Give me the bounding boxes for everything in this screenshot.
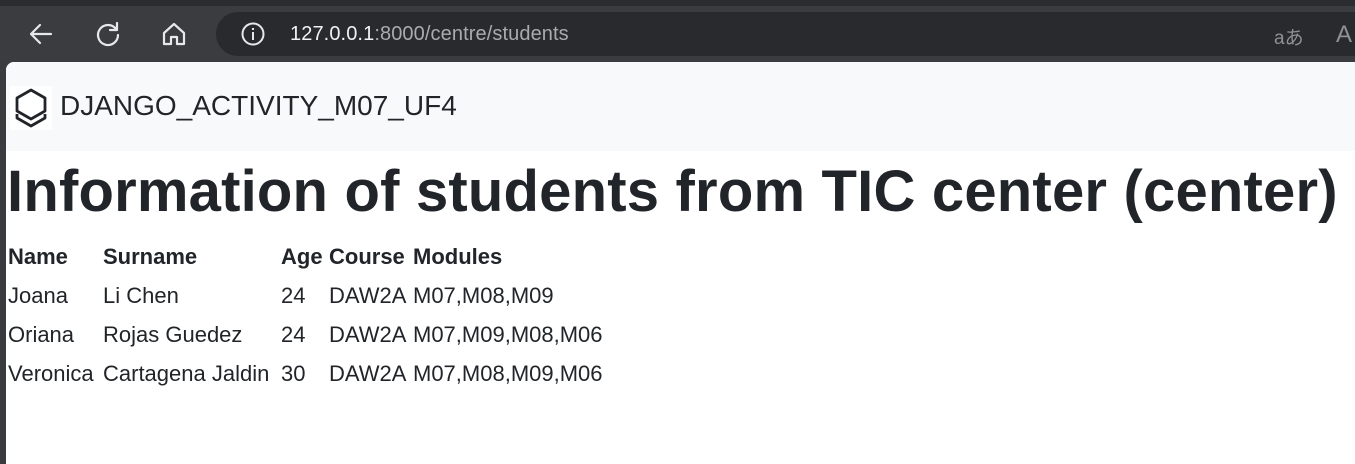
column-header-course: Course <box>329 243 405 269</box>
reload-button[interactable] <box>90 16 126 52</box>
student-age: 30 <box>281 360 306 386</box>
back-button[interactable] <box>23 16 59 52</box>
student-course: DAW2A <box>329 321 407 347</box>
text-size-icon[interactable]: A <box>1336 21 1352 49</box>
brand-name[interactable]: DJANGO_ACTIVITY_M07_UF4 <box>60 90 457 122</box>
student-modules: M07,M09,M08,M06 <box>413 321 603 347</box>
browser-toolbar: 127.0.0.1:8000/centre/students aあ A <box>0 6 1355 62</box>
students-table: Name Surname Age Course Modules Joana Li… <box>6 237 633 393</box>
home-button[interactable] <box>156 16 192 52</box>
student-surname: Rojas Guedez <box>103 321 243 347</box>
arrow-left-icon <box>29 23 53 45</box>
reload-icon <box>96 21 120 47</box>
student-name: Joana <box>8 282 68 308</box>
student-surname: Cartagena Jaldin <box>103 360 270 386</box>
student-course: DAW2A <box>329 282 407 308</box>
address-bar[interactable]: 127.0.0.1:8000/centre/students aあ A <box>216 12 1355 56</box>
student-age: 24 <box>281 282 306 308</box>
url-path: :8000/centre/students <box>374 23 569 45</box>
table-row: Joana Li Chen 24 DAW2A M07,M08,M09 <box>6 276 633 315</box>
url-text[interactable]: 127.0.0.1:8000/centre/students <box>290 23 569 46</box>
column-header-age: Age <box>281 243 323 269</box>
student-modules: M07,M08,M09 <box>413 282 554 308</box>
student-surname: Li Chen <box>103 282 179 308</box>
table-row: Veronica Cartagena Jaldin 30 DAW2A M07,M… <box>6 354 633 393</box>
brand-logo-icon[interactable] <box>10 86 52 130</box>
table-header-row: Name Surname Age Course Modules <box>6 237 633 276</box>
student-name: Veronica <box>8 360 94 386</box>
page-title: Information of students from TIC center … <box>7 159 1338 224</box>
url-host: 127.0.0.1 <box>290 23 375 45</box>
student-course: DAW2A <box>329 360 407 386</box>
table-row: Oriana Rojas Guedez 24 DAW2A M07,M09,M08… <box>6 315 633 354</box>
column-header-name: Name <box>8 243 68 269</box>
student-modules: M07,M08,M09,M06 <box>413 360 603 386</box>
read-aloud-icon[interactable]: aあ <box>1274 23 1304 50</box>
site-navbar: DJANGO_ACTIVITY_M07_UF4 <box>6 62 1355 151</box>
student-age: 24 <box>281 321 306 347</box>
column-header-surname: Surname <box>103 243 198 269</box>
site-info-icon[interactable] <box>240 21 266 47</box>
column-header-modules: Modules <box>413 243 503 269</box>
home-icon <box>162 22 186 46</box>
page-viewport: DJANGO_ACTIVITY_M07_UF4 Information of s… <box>6 62 1355 464</box>
student-name: Oriana <box>8 321 75 347</box>
